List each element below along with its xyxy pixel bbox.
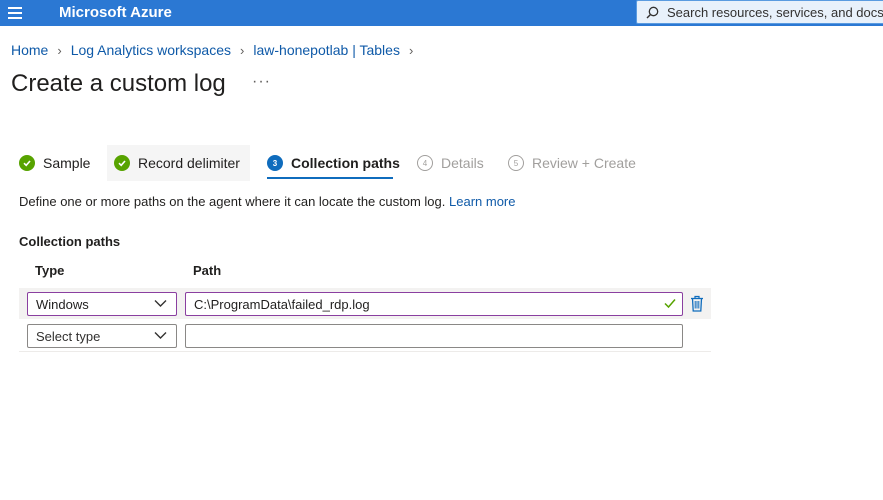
chevron-right-icon: ›: [408, 43, 414, 58]
search-placeholder: Search resources, services, and docs (G+…: [667, 5, 883, 20]
description: Define one or more paths on the agent wh…: [19, 194, 515, 209]
step-number-badge: 4: [417, 155, 433, 171]
step-sample[interactable]: Sample: [19, 145, 90, 181]
menu-icon[interactable]: [8, 7, 22, 19]
step-record-delimiter[interactable]: Record delimiter: [107, 145, 250, 181]
step-number-badge: 5: [508, 155, 524, 171]
breadcrumb-log-analytics-workspaces[interactable]: Log Analytics workspaces: [71, 42, 231, 58]
type-dropdown[interactable]: Windows: [27, 292, 177, 316]
path-input[interactable]: [185, 324, 683, 348]
page-title: Create a custom log: [11, 70, 226, 97]
type-dropdown-placeholder: Select type: [36, 329, 101, 344]
top-bar: Microsoft Azure Search resources, servic…: [0, 0, 883, 26]
chevron-down-icon: [154, 332, 167, 339]
brand-title[interactable]: Microsoft Azure: [59, 4, 172, 21]
checkmark-icon: [664, 299, 676, 309]
breadcrumb-workspace-tables[interactable]: law-honepotlab | Tables: [253, 42, 400, 58]
active-step-indicator: [267, 177, 393, 179]
step-label: Collection paths: [291, 155, 400, 171]
checkmark-icon: [19, 155, 35, 171]
step-label: Sample: [43, 155, 91, 171]
path-input-value: C:\ProgramData\failed_rdp.log: [194, 297, 370, 312]
search-icon: [646, 6, 659, 19]
breadcrumb-home[interactable]: Home: [11, 42, 48, 58]
step-label: Record delimiter: [138, 155, 240, 171]
learn-more-link[interactable]: Learn more: [449, 194, 515, 209]
column-header-type: Type: [35, 263, 65, 278]
delete-icon[interactable]: [690, 295, 704, 312]
path-input[interactable]: C:\ProgramData\failed_rdp.log: [185, 292, 683, 316]
chevron-right-icon: ›: [57, 43, 62, 58]
step-details[interactable]: 4 Details: [417, 145, 484, 181]
step-label: Details: [441, 155, 484, 171]
wizard-steps: Sample Record delimiter 3 Collection pat…: [12, 145, 652, 181]
more-options-icon[interactable]: ···: [252, 73, 271, 91]
checkmark-icon: [114, 155, 130, 171]
chevron-down-icon: [154, 300, 167, 307]
step-label: Review + Create: [532, 155, 636, 171]
column-header-path: Path: [193, 263, 222, 278]
breadcrumb: Home › Log Analytics workspaces › law-honepo…: [11, 42, 422, 58]
type-dropdown-value: Windows: [36, 297, 89, 312]
search-box[interactable]: Search resources, services, and docs (G+…: [636, 0, 883, 24]
description-text: Define one or more paths on the agent wh…: [19, 194, 446, 209]
section-title: Collection paths: [19, 234, 121, 249]
step-number-badge: 3: [267, 155, 283, 171]
step-collection-paths[interactable]: 3 Collection paths: [267, 145, 400, 181]
step-review-create[interactable]: 5 Review + Create: [508, 145, 636, 181]
type-dropdown[interactable]: Select type: [27, 324, 177, 348]
chevron-right-icon: ›: [240, 43, 245, 58]
